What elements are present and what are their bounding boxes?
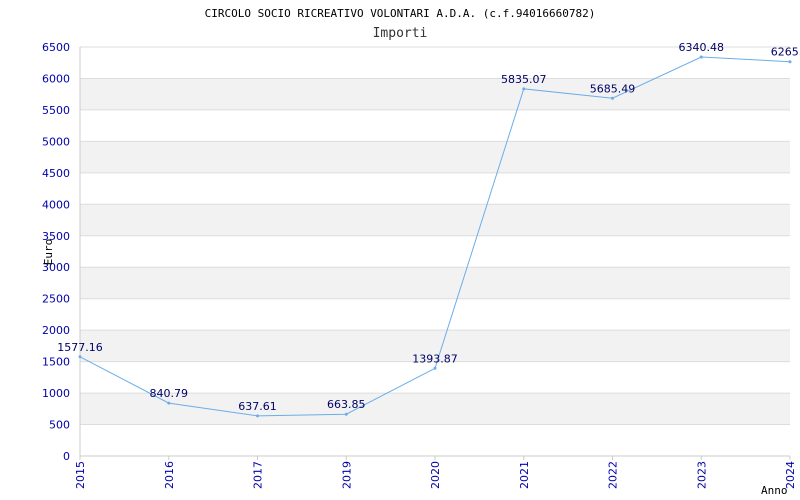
data-label: 5835.07 <box>501 73 547 86</box>
data-point <box>788 60 792 64</box>
x-tick-label: 2022 <box>607 461 620 489</box>
y-tick-label: 6000 <box>42 72 70 85</box>
data-point <box>522 87 526 91</box>
data-label: 840.79 <box>150 387 189 400</box>
data-point <box>256 414 259 418</box>
x-tick-label: 2015 <box>74 461 87 489</box>
data-label: 1393.87 <box>412 352 458 365</box>
y-tick-label: 4000 <box>42 198 70 211</box>
data-point <box>78 355 82 359</box>
x-tick-label: 2021 <box>518 461 531 489</box>
data-label: 637.61 <box>238 400 277 413</box>
y-tick-label: 2500 <box>42 293 70 306</box>
chart-title: CIRCOLO SOCIO RICREATIVO VOLONTARI A.D.A… <box>205 7 596 20</box>
y-tick-label: 5500 <box>42 104 70 117</box>
x-axis-label: Anno <box>761 484 788 497</box>
x-tick-label: 2020 <box>429 461 442 489</box>
data-label: 663.85 <box>327 398 366 411</box>
grid-band <box>80 141 790 173</box>
y-tick-label: 2000 <box>42 324 70 337</box>
y-tick-label: 5000 <box>42 135 70 148</box>
data-point <box>699 55 703 59</box>
data-label: 1577.16 <box>57 341 103 354</box>
data-point <box>344 412 348 416</box>
grid-band <box>80 78 790 110</box>
x-tick-label: 2016 <box>163 461 176 489</box>
grid-bands <box>80 78 790 425</box>
data-label: 6340.48 <box>679 41 725 54</box>
x-tick-label: 2017 <box>252 461 265 489</box>
y-tick-label: 1000 <box>42 387 70 400</box>
x-tick-label: 2023 <box>695 461 708 489</box>
y-tick-label: 6500 <box>42 41 70 54</box>
y-tick-label: 0 <box>63 450 70 463</box>
y-tick-label: 1500 <box>42 356 70 369</box>
data-point <box>167 401 171 405</box>
chart-subtitle: Importi <box>373 26 428 41</box>
x-tick-label: 2019 <box>340 461 353 489</box>
line-chart: 0500100015002000250030003500400045005000… <box>42 7 800 497</box>
y-tick-label: 4500 <box>42 167 70 180</box>
data-label: 5685.49 <box>590 82 636 95</box>
x-tick-labels: 2015 2016 2017 2019 2020 2021 2022 2023 2024 <box>74 456 797 489</box>
grid-band <box>80 267 790 299</box>
y-tick-label: 500 <box>49 419 70 432</box>
data-point <box>611 96 614 100</box>
grid-band <box>80 204 790 236</box>
data-label: 6265.9 <box>771 46 800 59</box>
y-axis-label: Euro <box>42 239 55 266</box>
data-point <box>433 366 437 370</box>
